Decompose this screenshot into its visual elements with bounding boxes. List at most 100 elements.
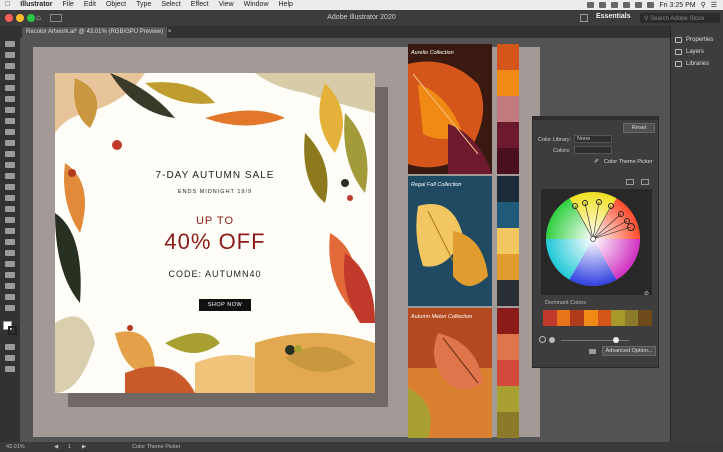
- document-tab[interactable]: Recolor Artwork.ai* @ 43.01% (RGB/GPU Pr…: [22, 27, 171, 38]
- pen-tool-icon[interactable]: [5, 63, 15, 69]
- direct-selection-tool-icon[interactable]: [5, 52, 15, 58]
- dominant-color-swatch[interactable]: [624, 310, 639, 326]
- dominant-color-swatch[interactable]: [583, 310, 598, 326]
- autumn-melon-collection-photo[interactable]: Autumn Melon Collection: [408, 308, 492, 438]
- artboard-number[interactable]: 1: [68, 444, 71, 450]
- panel-header[interactable]: [533, 117, 658, 120]
- tray-icon[interactable]: [599, 2, 607, 8]
- regal-fall-swatch-1[interactable]: [497, 176, 519, 202]
- brightness-slider-thumb[interactable]: [613, 337, 619, 343]
- eraser-tool-icon[interactable]: [5, 129, 15, 135]
- hue-icon[interactable]: [549, 337, 555, 343]
- menu-effect[interactable]: Effect: [186, 0, 214, 10]
- dominant-color-swatch[interactable]: [543, 310, 557, 326]
- type-tool-icon[interactable]: [5, 107, 15, 113]
- mesh-tool-icon[interactable]: [5, 206, 15, 212]
- app-menu[interactable]: Illustrator: [15, 0, 57, 10]
- reset-button[interactable]: Reset: [623, 123, 655, 133]
- eyedropper-icon[interactable]: ✐: [594, 158, 599, 165]
- battery-icon[interactable]: [647, 2, 655, 8]
- slice-tool-icon[interactable]: [5, 283, 15, 289]
- hand-tool-icon[interactable]: [5, 294, 15, 300]
- aurelio-swatch-4[interactable]: [497, 122, 519, 148]
- autumn-melon-swatch-5[interactable]: [497, 412, 519, 438]
- menu-type[interactable]: Type: [131, 0, 156, 10]
- stroke-swatch[interactable]: [8, 326, 17, 335]
- dominant-color-swatch[interactable]: [556, 310, 571, 326]
- smooth-wheel-icon[interactable]: [626, 179, 634, 185]
- libraries-panel-tab[interactable]: Libraries: [675, 61, 709, 67]
- clock[interactable]: Fri 3:25 PM: [659, 2, 695, 9]
- regal-fall-swatch-2[interactable]: [497, 202, 519, 228]
- autumn-sale-artwork[interactable]: 7-DAY AUTUMN SALE ENDS MIDNIGHT 19/9 UP …: [55, 73, 375, 393]
- tray-creative-cloud-icon[interactable]: [587, 2, 595, 8]
- dominant-colors-bar[interactable]: [543, 310, 652, 326]
- prev-artboard-icon[interactable]: ◀: [54, 444, 58, 450]
- menu-window[interactable]: Window: [239, 0, 274, 10]
- menu-help[interactable]: Help: [274, 0, 298, 10]
- autumn-melon-swatch-3[interactable]: [497, 360, 519, 386]
- menu-object[interactable]: Object: [101, 0, 131, 10]
- artboard-tool-icon[interactable]: [5, 272, 15, 278]
- aurelio-swatch-3[interactable]: [497, 96, 519, 122]
- menu-edit[interactable]: Edit: [79, 0, 101, 10]
- dominant-color-swatch[interactable]: [638, 310, 652, 326]
- width-tool-icon[interactable]: [5, 162, 15, 168]
- selection-tool-icon[interactable]: [5, 41, 15, 47]
- next-artboard-icon[interactable]: ▶: [82, 444, 86, 450]
- regal-fall-swatch-5[interactable]: [497, 280, 519, 306]
- aurelio-collection-photo[interactable]: Aurelio Collection: [408, 44, 492, 174]
- menu-view[interactable]: View: [214, 0, 239, 10]
- colors-count-select[interactable]: [574, 146, 612, 154]
- drawing-mode-icon[interactable]: [5, 344, 15, 350]
- edit-toolbar-icon[interactable]: [5, 366, 15, 372]
- line-tool-icon[interactable]: [5, 118, 15, 124]
- arrange-icon[interactable]: [580, 14, 588, 22]
- tray-icon[interactable]: [611, 2, 619, 8]
- menu-select[interactable]: Select: [156, 0, 185, 10]
- link-harmony-icon[interactable]: ⊘: [644, 290, 649, 297]
- gradient-tool-icon[interactable]: [5, 217, 15, 223]
- dominant-color-swatch[interactable]: [597, 310, 612, 326]
- dominant-color-swatch[interactable]: [611, 310, 625, 326]
- color-wheel-area[interactable]: [541, 189, 652, 295]
- autumn-melon-swatch-1[interactable]: [497, 308, 519, 334]
- shape-builder-tool-icon[interactable]: [5, 184, 15, 190]
- free-transform-tool-icon[interactable]: [5, 173, 15, 179]
- autumn-melon-swatch-4[interactable]: [497, 386, 519, 412]
- apple-icon[interactable]: : [0, 0, 15, 10]
- eyedropper-tool-icon[interactable]: [5, 228, 15, 234]
- brush-tool-icon[interactable]: [5, 96, 15, 102]
- scale-tool-icon[interactable]: [5, 151, 15, 157]
- regal-fall-collection-photo[interactable]: Regal Fall Collection: [408, 176, 492, 306]
- rotate-tool-icon[interactable]: [5, 140, 15, 146]
- aurelio-swatch-5[interactable]: [497, 148, 519, 174]
- screen-mode-icon[interactable]: [5, 355, 15, 361]
- color-theme-picker-button[interactable]: Color Theme Picker: [604, 159, 653, 165]
- stock-search-input[interactable]: ⚲ Search Adobe Stock: [640, 13, 720, 23]
- menu-list-icon[interactable]: ☰: [711, 1, 717, 9]
- curvature-tool-icon[interactable]: [5, 74, 15, 80]
- regal-fall-swatch-4[interactable]: [497, 254, 519, 280]
- menu-file[interactable]: File: [58, 0, 79, 10]
- graph-tool-icon[interactable]: [5, 261, 15, 267]
- aurelio-swatch-2[interactable]: [497, 70, 519, 96]
- wifi-icon[interactable]: [635, 2, 643, 8]
- regal-fall-swatch-3[interactable]: [497, 228, 519, 254]
- advanced-options-button[interactable]: Advanced Option...: [602, 346, 656, 356]
- folder-icon[interactable]: [589, 349, 596, 354]
- aurelio-swatch-1[interactable]: [497, 44, 519, 70]
- layers-panel-tab[interactable]: Layers: [675, 49, 704, 55]
- blend-tool-icon[interactable]: [5, 239, 15, 245]
- search-icon[interactable]: ⚲: [701, 1, 706, 9]
- rectangle-tool-icon[interactable]: [5, 85, 15, 91]
- properties-panel-tab[interactable]: Properties: [675, 37, 713, 43]
- zoom-tool-icon[interactable]: [5, 305, 15, 311]
- color-library-select[interactable]: None: [574, 135, 612, 143]
- workspace-switcher[interactable]: Essentials: [596, 13, 631, 20]
- close-tab-icon[interactable]: ×: [168, 29, 172, 35]
- dominant-color-swatch[interactable]: [570, 310, 584, 326]
- tray-icon[interactable]: [623, 2, 631, 8]
- zoom-level[interactable]: 43.01%: [6, 444, 25, 450]
- symbol-sprayer-tool-icon[interactable]: [5, 250, 15, 256]
